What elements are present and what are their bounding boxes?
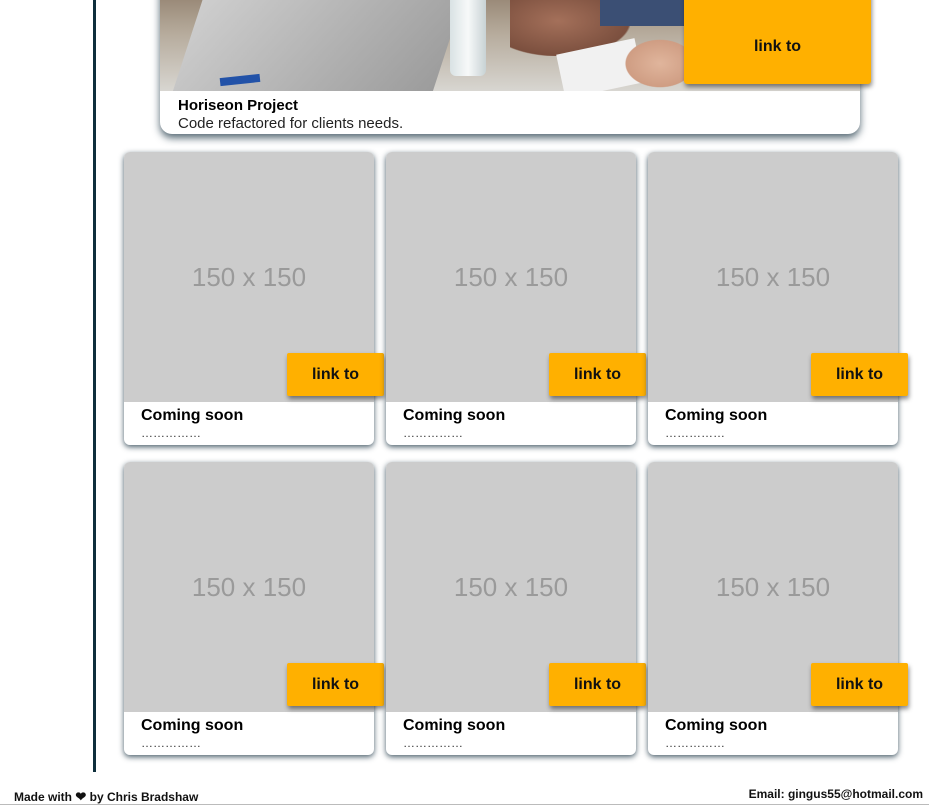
card-title: Coming soon — [141, 407, 244, 424]
card-link-button[interactable]: link to — [549, 353, 646, 396]
project-card: 150 x 150 link to Coming soon …………… — [648, 462, 908, 755]
card-link-button[interactable]: link to — [811, 663, 908, 706]
card-description: …………… — [403, 736, 463, 750]
card-title: Coming soon — [665, 717, 768, 734]
featured-project-card: link to Horiseon Project Code refactored… — [160, 0, 871, 134]
card-description: …………… — [141, 736, 201, 750]
left-divider-line — [93, 0, 96, 772]
card-description: …………… — [403, 426, 463, 440]
featured-project-title: Horiseon Project — [178, 97, 299, 114]
card-title: Coming soon — [403, 407, 506, 424]
project-card: 150 x 150 link to Coming soon …………… — [124, 462, 384, 755]
footer-credit: Made with ❤ by Chris Bradshaw — [14, 789, 198, 805]
card-description: …………… — [141, 426, 201, 440]
project-card: 150 x 150 link to Coming soon …………… — [648, 152, 908, 445]
project-card: 150 x 150 link to Coming soon …………… — [386, 462, 646, 755]
heart-icon: ❤ — [75, 789, 87, 804]
card-title: Coming soon — [665, 407, 768, 424]
card-description: …………… — [665, 736, 725, 750]
project-card: 150 x 150 link to Coming soon …………… — [386, 152, 646, 445]
footer-email[interactable]: Email: gingus55@hotmail.com — [749, 787, 923, 801]
footer-made-with: Made with — [14, 790, 73, 804]
card-link-button[interactable]: link to — [287, 353, 384, 396]
card-link-button[interactable]: link to — [549, 663, 646, 706]
featured-link-button[interactable]: link to — [684, 0, 871, 84]
card-title: Coming soon — [403, 717, 506, 734]
card-link-button[interactable]: link to — [287, 663, 384, 706]
featured-project-description: Code refactored for clients needs. — [178, 115, 404, 132]
footer-author: by Chris Bradshaw — [89, 790, 199, 804]
card-link-button[interactable]: link to — [811, 353, 908, 396]
project-card: 150 x 150 link to Coming soon …………… — [124, 152, 384, 445]
card-title: Coming soon — [141, 717, 244, 734]
card-description: …………… — [665, 426, 725, 440]
